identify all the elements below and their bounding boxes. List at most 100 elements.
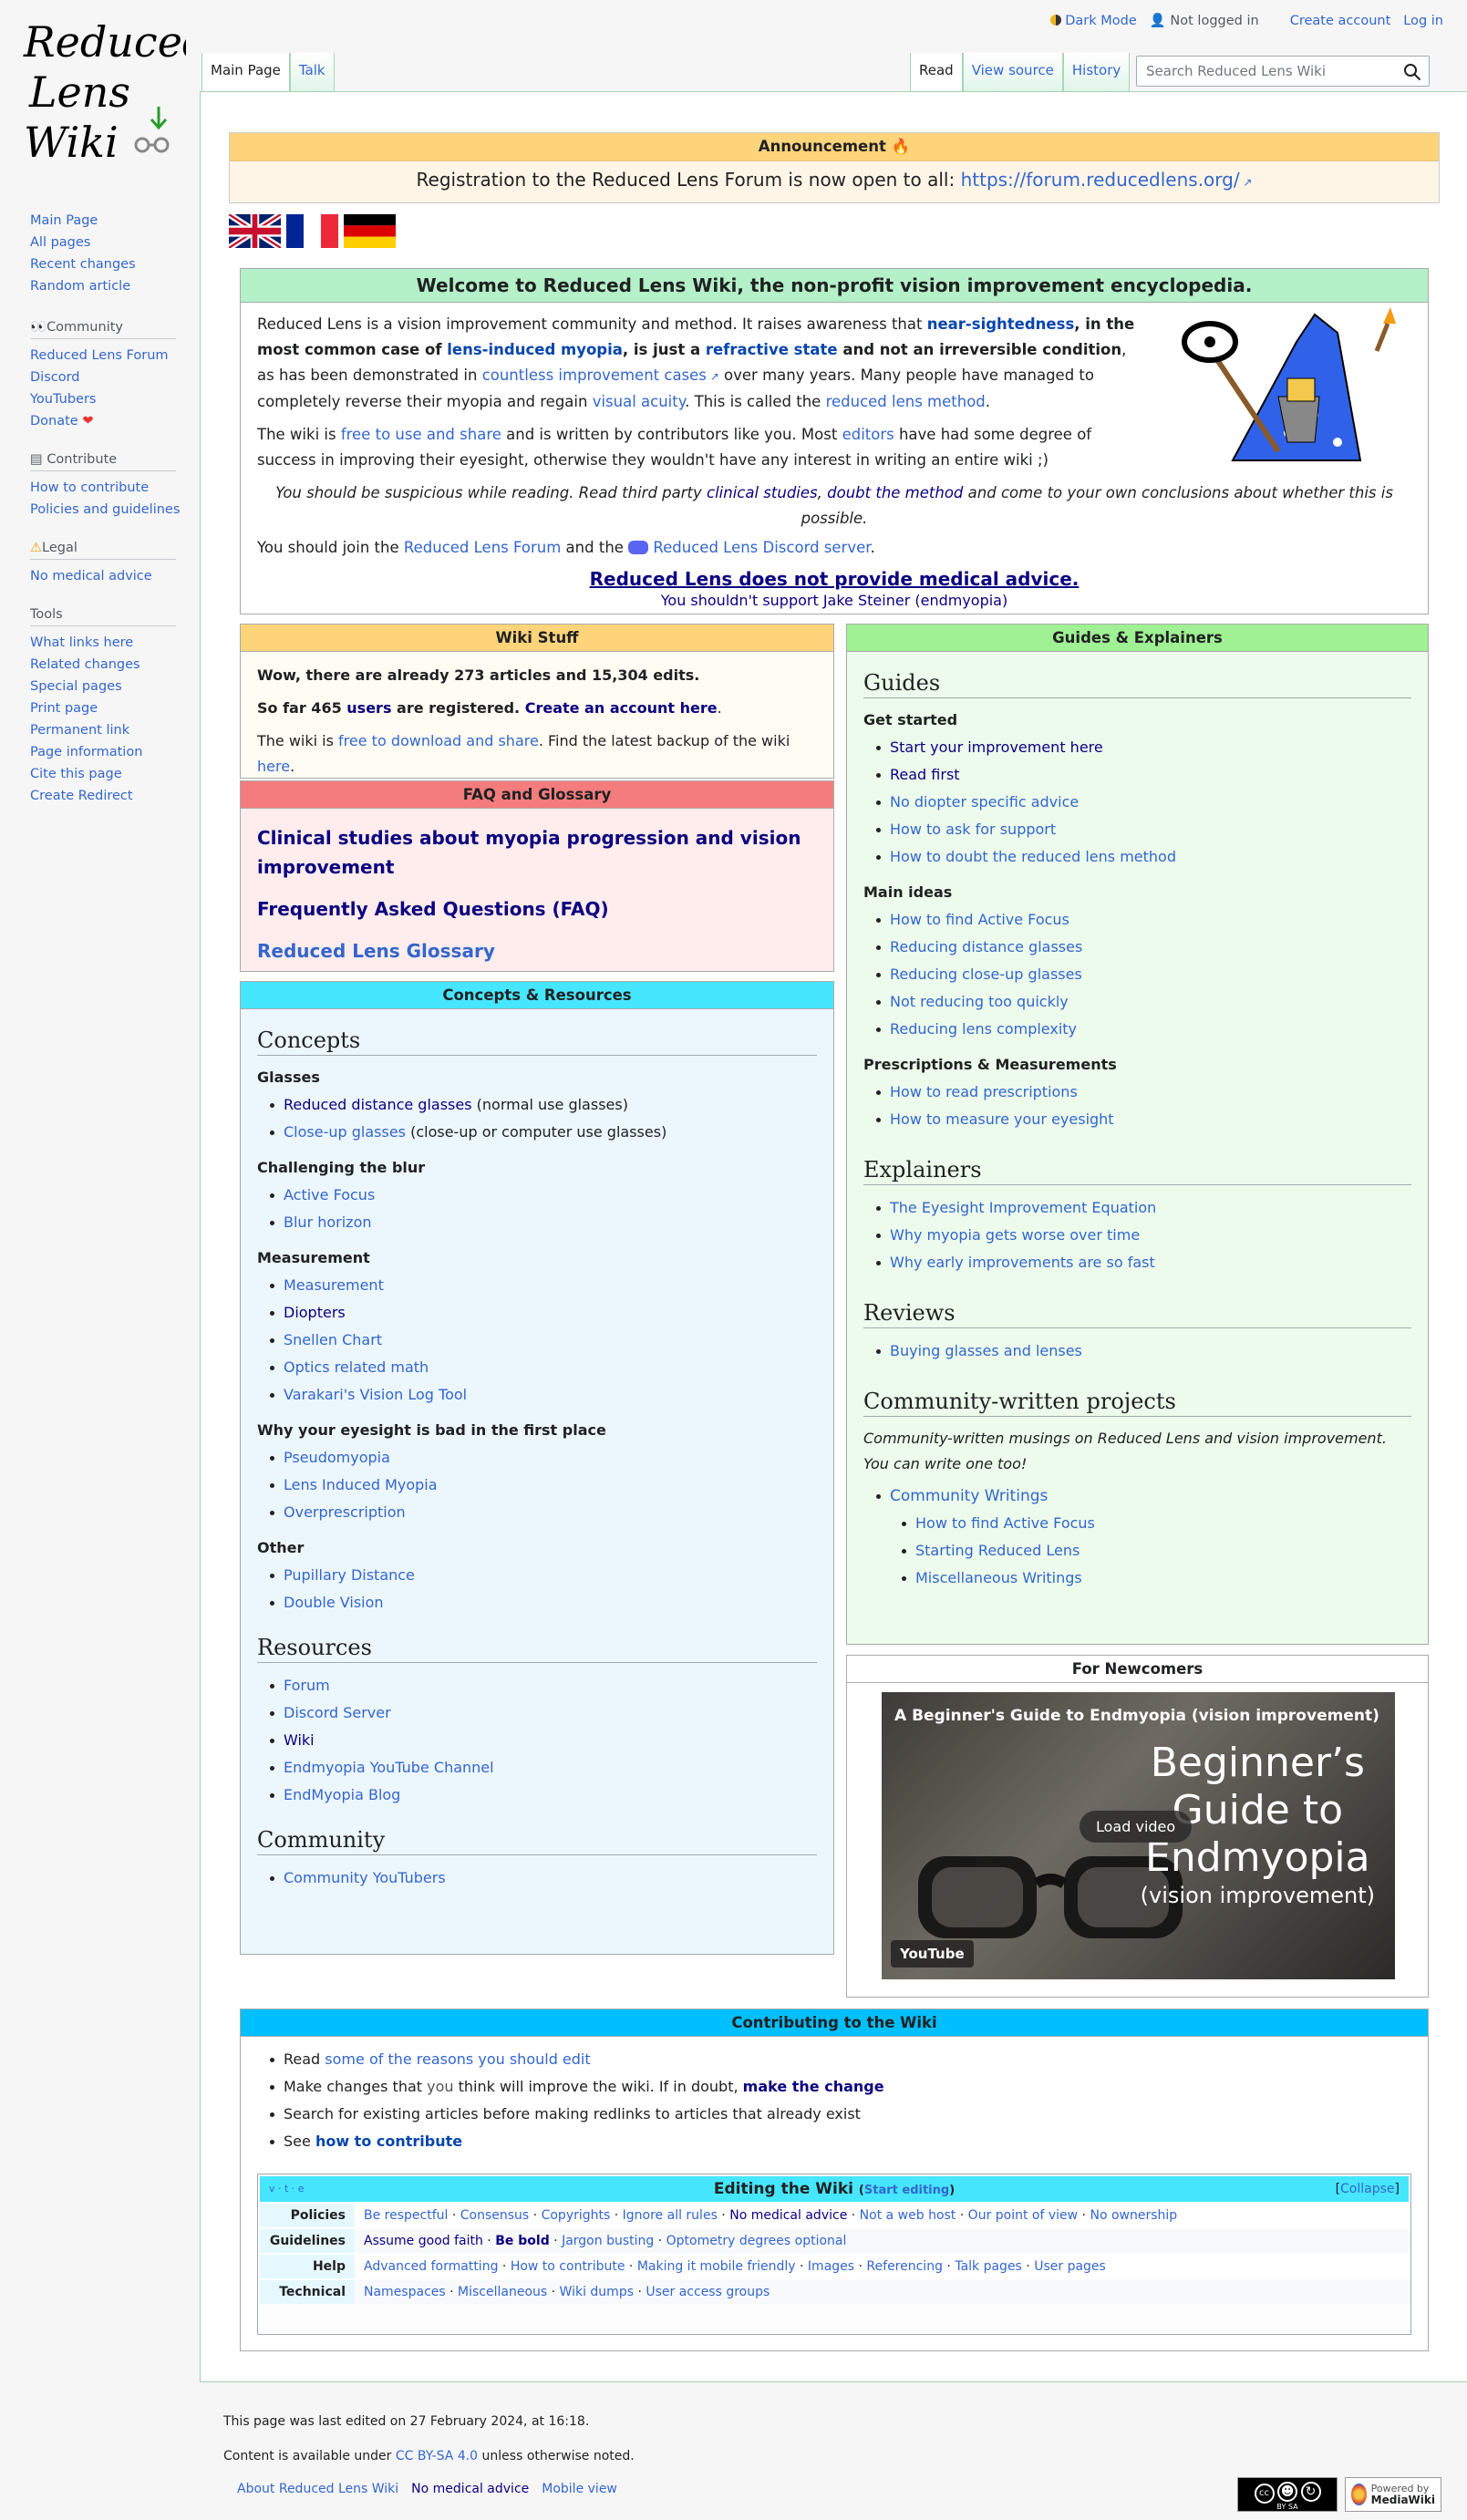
search-icon[interactable]	[1403, 63, 1421, 81]
sidebar-item-create-redirect[interactable]: Create Redirect	[30, 785, 185, 807]
load-video-button[interactable]: Load video	[1080, 1811, 1193, 1843]
read-prescriptions-link[interactable]: How to read prescriptions	[890, 1083, 1078, 1100]
glossary-link[interactable]: Reduced Lens Glossary	[257, 936, 817, 966]
tab-view-source[interactable]: View source	[962, 53, 1063, 91]
search-input[interactable]: Search Reduced Lens Wiki	[1136, 56, 1430, 87]
navbox-link[interactable]: Miscellaneous	[458, 2285, 547, 2299]
navbox-link[interactable]: How to contribute	[511, 2259, 625, 2274]
germany-flag-icon[interactable]	[344, 214, 396, 248]
navbox-link[interactable]: Be bold	[495, 2234, 550, 2248]
measurement-link[interactable]: Measurement	[284, 1276, 384, 1294]
navbox-link[interactable]: No medical advice	[729, 2208, 847, 2223]
close-up-glasses-link[interactable]: Close-up glasses	[284, 1123, 406, 1141]
resource-blog-link[interactable]: EndMyopia Blog	[284, 1786, 400, 1803]
uk-flag-icon[interactable]	[229, 214, 281, 248]
navbox-link[interactable]: Consensus	[460, 2208, 529, 2223]
reduced-distance-glasses-link[interactable]: Reduced distance glasses	[284, 1096, 472, 1113]
navbox-link[interactable]: Advanced formatting	[364, 2259, 498, 2274]
reducing-closeup-link[interactable]: Reducing close-up glasses	[890, 966, 1082, 983]
clinical-studies-faq-link[interactable]: Clinical studies about myopia progressio…	[257, 823, 817, 882]
double-vision-link[interactable]: Double Vision	[284, 1594, 384, 1611]
community-writings-link[interactable]: Community Writings	[890, 1487, 1048, 1505]
dark-mode-toggle[interactable]: Dark Mode	[1049, 14, 1137, 28]
eyesight-equation-link[interactable]: The Eyesight Improvement Equation	[890, 1199, 1156, 1216]
faq-link[interactable]: Frequently Asked Questions (FAQ)	[257, 894, 817, 924]
tab-main-page[interactable]: Main Page	[201, 53, 290, 91]
youtube-badge[interactable]: YouTube	[891, 1940, 974, 1967]
about-link[interactable]: About Reduced Lens Wiki	[237, 2482, 398, 2496]
improvement-cases-link[interactable]: countless improvement cases	[482, 367, 719, 384]
navbox-link[interactable]: User pages	[1034, 2259, 1106, 2274]
lens-complexity-link[interactable]: Reducing lens complexity	[890, 1020, 1077, 1038]
visual-acuity-link[interactable]: visual acuity	[593, 393, 685, 410]
sidebar-item-permanent-link[interactable]: Permanent link	[30, 719, 185, 741]
lens-induced-myopia-list-link[interactable]: Lens Induced Myopia	[284, 1476, 438, 1493]
pseudomyopia-link[interactable]: Pseudomyopia	[284, 1449, 390, 1466]
tab-talk[interactable]: Talk	[289, 53, 335, 91]
mobile-view-link[interactable]: Mobile view	[542, 2482, 617, 2496]
video-title[interactable]: A Beginner's Guide to Endmyopia (vision …	[894, 1707, 1379, 1725]
buying-glasses-link[interactable]: Buying glasses and lenses	[890, 1342, 1082, 1359]
reduced-lens-method-link[interactable]: reduced lens method	[826, 393, 986, 410]
cw-starting-link[interactable]: Starting Reduced Lens	[915, 1542, 1080, 1559]
sidebar-item-what-links-here[interactable]: What links here	[30, 632, 185, 654]
navbox-link[interactable]: Be respectful	[364, 2208, 448, 2223]
france-flag-icon[interactable]	[286, 214, 338, 248]
users-link[interactable]: users	[346, 699, 391, 717]
sidebar-item-recent-changes[interactable]: Recent changes	[30, 253, 185, 275]
navbox-link[interactable]: Wiki dumps	[560, 2285, 634, 2299]
editors-link[interactable]: editors	[842, 426, 894, 443]
sidebar-item-all-pages[interactable]: All pages	[30, 232, 185, 253]
free-to-download-link[interactable]: free to download and share	[338, 732, 539, 749]
footer-medical-link[interactable]: No medical advice	[411, 2482, 529, 2496]
snellen-chart-link[interactable]: Snellen Chart	[284, 1331, 382, 1348]
reasons-to-edit-link[interactable]: some of the reasons you should edit	[325, 2050, 590, 2068]
navbox-link[interactable]: Making it mobile friendly	[637, 2259, 796, 2274]
sidebar-item-forum[interactable]: Reduced Lens Forum	[30, 345, 185, 367]
doubt-method-link[interactable]: doubt the method	[827, 484, 963, 501]
discord-server-link[interactable]: Reduced Lens Discord server	[653, 539, 870, 556]
mediawiki-badge[interactable]: Powered by MediaWiki	[1345, 2477, 1441, 2512]
sidebar-item-related-changes[interactable]: Related changes	[30, 654, 185, 676]
sidebar-item-policies[interactable]: Policies and guidelines	[30, 499, 185, 521]
sidebar-item-page-information[interactable]: Page information	[30, 741, 185, 763]
no-diopter-advice-link[interactable]: No diopter specific advice	[890, 793, 1079, 811]
sidebar-item-cite[interactable]: Cite this page	[30, 763, 185, 785]
sidebar-item-random-article[interactable]: Random article	[30, 275, 185, 297]
jake-steiner-link[interactable]: You shouldn't support Jake Steiner (endm…	[661, 592, 1007, 609]
ask-support-link[interactable]: How to ask for support	[890, 821, 1056, 838]
navbox-link[interactable]: No ownership	[1090, 2208, 1177, 2223]
navbox-link[interactable]: Assume good faith	[364, 2234, 483, 2248]
navbox-link[interactable]: User access groups	[646, 2285, 770, 2299]
vision-log-tool-link[interactable]: Varakari's Vision Log Tool	[284, 1386, 467, 1403]
medical-advice-link[interactable]: Reduced Lens does not provide medical ad…	[590, 568, 1080, 590]
collapse-button[interactable]: Collapse	[1340, 2182, 1395, 2196]
navbox-link[interactable]: Not a web host	[860, 2208, 956, 2223]
read-first-link[interactable]: Read first	[890, 766, 960, 783]
backup-here-link[interactable]: here	[257, 758, 290, 775]
site-logo[interactable]: Reduced Lens Wiki	[22, 11, 186, 166]
navbox-link[interactable]: Ignore all rules	[623, 2208, 718, 2223]
myopia-worse-link[interactable]: Why myopia gets worse over time	[890, 1226, 1140, 1244]
blur-horizon-link[interactable]: Blur horizon	[284, 1214, 372, 1231]
reduced-lens-forum-link[interactable]: Reduced Lens Forum	[404, 539, 561, 556]
sidebar-item-main-page[interactable]: Main Page	[30, 210, 185, 232]
navbox-link[interactable]: Jargon busting	[562, 2234, 654, 2248]
navbox-link[interactable]: Namespaces	[364, 2285, 446, 2299]
find-active-focus-link[interactable]: How to find Active Focus	[890, 911, 1069, 928]
create-account-here-link[interactable]: Create an account here	[525, 699, 718, 717]
sidebar-item-youtubers[interactable]: YouTubers	[30, 388, 185, 410]
forum-link[interactable]: https://forum.reducedlens.org/	[961, 169, 1253, 191]
tab-history[interactable]: History	[1062, 53, 1131, 91]
optics-math-link[interactable]: Optics related math	[284, 1358, 429, 1376]
license-link[interactable]: CC BY-SA 4.0	[396, 2449, 478, 2463]
make-the-change-link[interactable]: make the change	[743, 2078, 884, 2095]
resource-wiki-link[interactable]: Wiki	[284, 1731, 315, 1749]
how-to-contribute-link[interactable]: how to contribute	[315, 2133, 462, 2150]
create-account-link[interactable]: Create account	[1290, 14, 1391, 28]
free-to-use-link[interactable]: free to use and share	[341, 426, 501, 443]
navbox-link[interactable]: Images	[808, 2259, 854, 2274]
reducing-distance-link[interactable]: Reducing distance glasses	[890, 938, 1082, 955]
navbox-link[interactable]: Our point of view	[968, 2208, 1078, 2223]
cc-license-badge[interactable]: cc ☻ ↻ BY SA	[1237, 2477, 1338, 2512]
